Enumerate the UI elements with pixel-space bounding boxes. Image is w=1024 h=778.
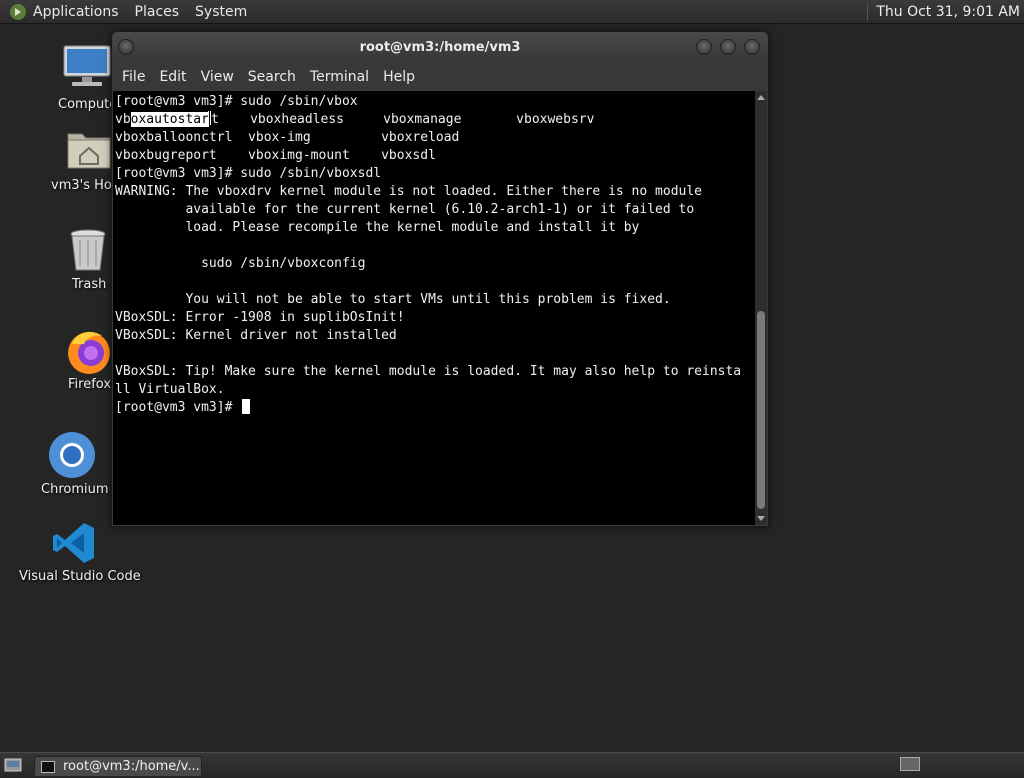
desktop-icon-label: Chromium: [41, 482, 109, 497]
close-button[interactable]: [744, 39, 760, 55]
window-titlebar[interactable]: root@vm3:/home/vm3: [112, 32, 768, 62]
terminal-line: VBoxSDL: Error -1908 in suplibOsInit!: [115, 310, 405, 325]
panel-separator: [867, 2, 869, 21]
chromium-icon: [49, 432, 95, 478]
system-menu[interactable]: System: [195, 4, 247, 20]
terminal-line: vboxbugreport vboximg-mount vboxsdl: [115, 148, 436, 163]
terminal-window[interactable]: root@vm3:/home/vm3 File Edit View Search…: [111, 31, 769, 527]
desktop-icon-label: Trash: [72, 277, 107, 292]
terminal-cursor: [242, 399, 251, 414]
home-folder-icon: [67, 133, 111, 169]
top-panel: Applications Places System Thu Oct 31, 9…: [0, 0, 1024, 24]
menu-help[interactable]: Help: [383, 69, 415, 85]
scroll-down-arrow-icon[interactable]: [757, 516, 765, 521]
window-menubar: File Edit View Search Terminal Help: [112, 63, 768, 91]
selected-text: oxautostar: [130, 112, 209, 127]
trash-icon: [70, 229, 106, 271]
terminal-line: load. Please recompile the kernel module…: [115, 220, 640, 235]
places-menu[interactable]: Places: [135, 4, 180, 20]
terminal-line: vboxautostar t vboxheadless vboxmanage vb…: [115, 111, 595, 127]
menu-edit[interactable]: Edit: [159, 69, 186, 85]
minimize-button[interactable]: [696, 39, 712, 55]
terminal-line: sudo /sbin/vboxconfig: [115, 256, 366, 271]
terminal-line: You will not be able to start VMs until …: [115, 292, 671, 307]
window-title: root@vm3:/home/vm3: [359, 40, 521, 55]
vertical-scrollbar[interactable]: [755, 91, 767, 525]
menu-file[interactable]: File: [122, 69, 145, 85]
terminal-line: ll VirtualBox.: [115, 382, 225, 397]
terminal-line: vboxballoonctrl vbox-img vboxreload: [115, 130, 460, 145]
bottom-panel: root@vm3:/home/v...: [0, 752, 1024, 778]
terminal-icon: [41, 760, 55, 773]
clock[interactable]: Thu Oct 31, 9:01 AM: [876, 4, 1024, 20]
terminal-line: VBoxSDL: Kernel driver not installed: [115, 328, 397, 343]
taskbar-label: root@vm3:/home/v...: [63, 759, 200, 774]
terminal-line: [root@vm3 vm3]# sudo /sbin/vboxsdl: [115, 166, 382, 181]
menu-terminal[interactable]: Terminal: [310, 69, 369, 85]
desktop-icon-label: Visual Studio Code: [19, 569, 141, 584]
desktop-icon-chromium[interactable]: Chromium: [22, 430, 122, 500]
desktop-icon-vscode[interactable]: Visual Studio Code: [10, 520, 141, 590]
applications-menu[interactable]: Applications: [33, 4, 119, 20]
menu-search[interactable]: Search: [248, 69, 296, 85]
scroll-up-arrow-icon[interactable]: [757, 95, 765, 100]
terminal-line: VBoxSDL: Tip! Make sure the kernel modul…: [115, 364, 742, 379]
workspace-switcher[interactable]: [900, 757, 920, 771]
scrollbar-thumb[interactable]: [757, 311, 765, 509]
mate-logo-icon[interactable]: [9, 3, 27, 21]
firefox-icon: [68, 331, 110, 374]
taskbar-terminal-button[interactable]: root@vm3:/home/v...: [34, 756, 202, 777]
ibeam-cursor-icon: [207, 111, 211, 125]
terminal-line: available for the current kernel (6.10.2…: [115, 202, 695, 217]
terminal-output[interactable]: [root@vm3 vm3]# sudo /sbin/vbox vboxautos…: [113, 91, 756, 525]
show-desktop-icon[interactable]: [4, 757, 22, 773]
terminal-line: [root@vm3 vm3]# sudo /sbin/vbox: [115, 94, 358, 109]
menu-view[interactable]: View: [201, 69, 234, 85]
terminal-line: [root@vm3 vm3]#: [115, 399, 756, 417]
desktop-icon-label: Firefox: [68, 377, 112, 392]
maximize-button[interactable]: [720, 39, 736, 55]
computer-icon: [63, 45, 111, 86]
terminal-line: WARNING: The vboxdrv kernel module is no…: [115, 184, 702, 199]
vscode-icon: [53, 523, 94, 563]
